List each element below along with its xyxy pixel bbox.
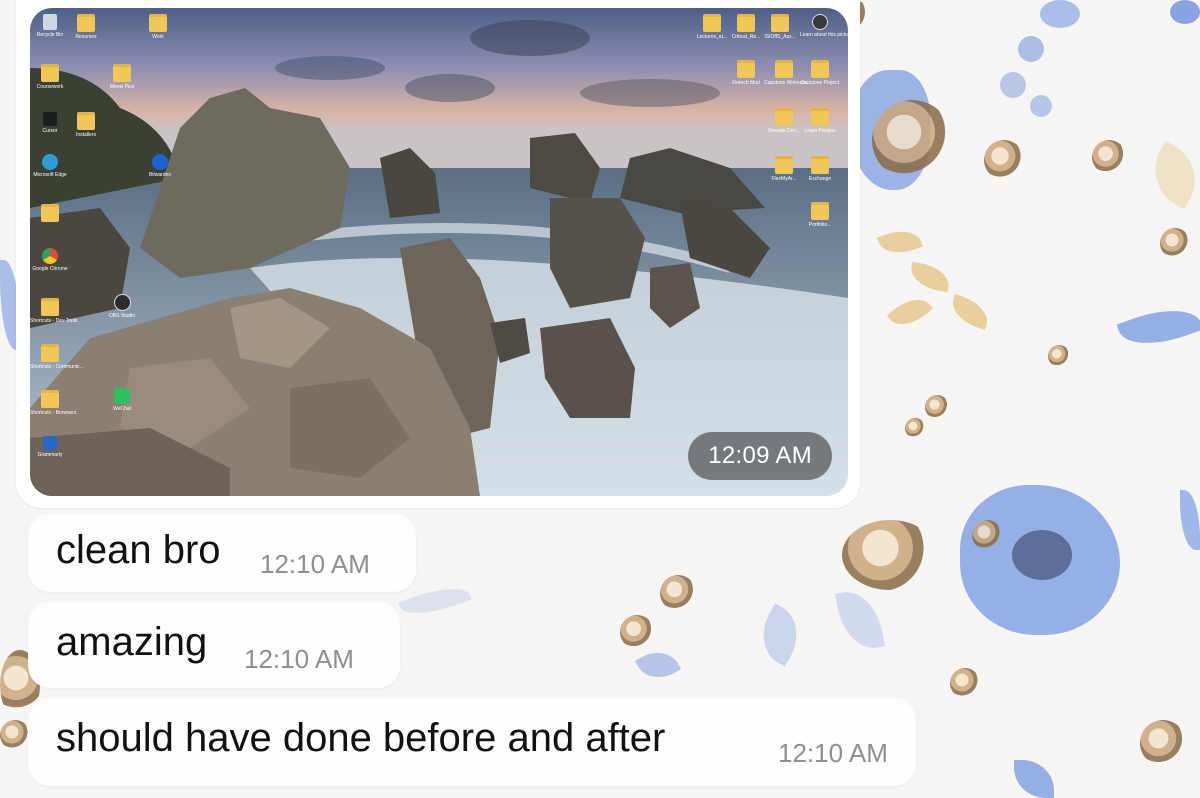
message-bubble[interactable]: should have done before and after 12:10 … [28, 698, 916, 786]
folder-icon [775, 156, 793, 174]
message-timestamp: 12:10 AM [244, 644, 354, 674]
folder-icon [77, 14, 95, 32]
folder-icon [811, 108, 829, 126]
desktop-icon-work[interactable]: Work [138, 14, 178, 40]
desktop-icon-cursor[interactable]: Cursor [30, 112, 70, 134]
folder-icon [737, 60, 755, 78]
desktop-icon-fintech-mod[interactable]: Fintech Mod [726, 60, 766, 86]
folder-icon [113, 64, 131, 82]
desktop-icon-edge[interactable]: Microsoft Edge [30, 154, 70, 178]
desktop-icon-resumes[interactable]: Resumes [66, 14, 106, 40]
message-timestamp: 12:10 AM [778, 738, 888, 768]
desktop-icon-shortcuts-communic[interactable]: Shortcuts - Communic... [30, 344, 84, 370]
desktop-icon-grammarly[interactable]: Grammarly [30, 436, 70, 458]
chrome-icon [42, 248, 58, 264]
message-text: clean bro [56, 528, 221, 572]
folder-icon [77, 112, 95, 130]
folder-icon [41, 298, 59, 316]
desktop-icon-recycle-bin[interactable]: Recycle Bin [30, 14, 70, 38]
folder-icon [811, 202, 829, 220]
folder-icon [811, 156, 829, 174]
message-text: amazing [56, 620, 208, 664]
desktop-icon-obs[interactable]: OBS Studio [102, 294, 142, 319]
desktop-icon-folder[interactable] [30, 204, 70, 224]
grammarly-icon [43, 436, 57, 450]
folder-icon [41, 204, 59, 222]
desktop-icon-flexmyar[interactable]: FlexMyAr... [764, 156, 804, 182]
desktop-icon-portfolio[interactable]: Portfolio... [800, 202, 840, 228]
cursor-app-icon [43, 112, 57, 126]
desktop-icon-wechat[interactable]: WeChat [102, 388, 142, 412]
desktop-icon-remote-dev[interactable]: Remote Dev... [764, 108, 804, 134]
desktop-icon-exchange[interactable]: Exchange [800, 156, 840, 182]
desktop-icon-bitwarden[interactable]: Bitwarden [140, 154, 180, 178]
message-bubble[interactable]: amazing 12:10 AM [28, 602, 400, 688]
desktop-icon-coursework[interactable]: Coursework [30, 64, 70, 90]
folder-icon [703, 14, 721, 32]
desktop-icon-isioffs-ass[interactable]: ISIOffS_Ass... [760, 14, 800, 40]
folder-icon [775, 108, 793, 126]
recycle-bin-icon [43, 14, 57, 30]
desktop-screenshot-image[interactable]: Recycle Bin Resumes Work Coursework Meow… [30, 8, 848, 496]
desktop-icon-capstone-project[interactable]: Capstone Project [800, 60, 840, 86]
desktop-icon-installers[interactable]: Installers [66, 112, 106, 138]
message-timestamp: 12:10 AM [260, 549, 370, 579]
camera-icon [812, 14, 828, 30]
message-text: should have done before and after [56, 716, 666, 760]
message-bubble[interactable]: clean bro 12:10 AM [28, 514, 416, 592]
folder-icon [737, 14, 755, 32]
bitwarden-icon [152, 154, 168, 170]
folder-icon [811, 60, 829, 78]
folder-icon [41, 64, 59, 82]
desktop-icon-shortcuts-browsers[interactable]: Shortcuts - Browsers [30, 390, 76, 416]
desktop-icon-shortcuts-dev-tools[interactable]: Shortcuts - Dev Tools [30, 298, 77, 324]
photo-timestamp: 12:09 AM [688, 432, 832, 480]
desktop-icon-meow-pics[interactable]: Meow Pics [102, 64, 142, 90]
folder-icon [41, 390, 59, 408]
wechat-icon [114, 388, 130, 404]
edge-icon [42, 154, 58, 170]
folder-icon [149, 14, 167, 32]
obs-icon [113, 294, 131, 311]
desktop-icon-chrome[interactable]: Google Chrome [30, 248, 70, 272]
desktop-icon-learn-about-picture[interactable]: Learn about this picture [800, 14, 848, 38]
folder-icon [771, 14, 789, 32]
desktop-icon-learn-pandas[interactable]: Learn Pandas [800, 108, 840, 134]
desktop-icon-capstone-writeups[interactable]: Capstone Writeups [764, 60, 806, 86]
folder-icon [775, 60, 793, 78]
folder-icon [41, 344, 59, 362]
